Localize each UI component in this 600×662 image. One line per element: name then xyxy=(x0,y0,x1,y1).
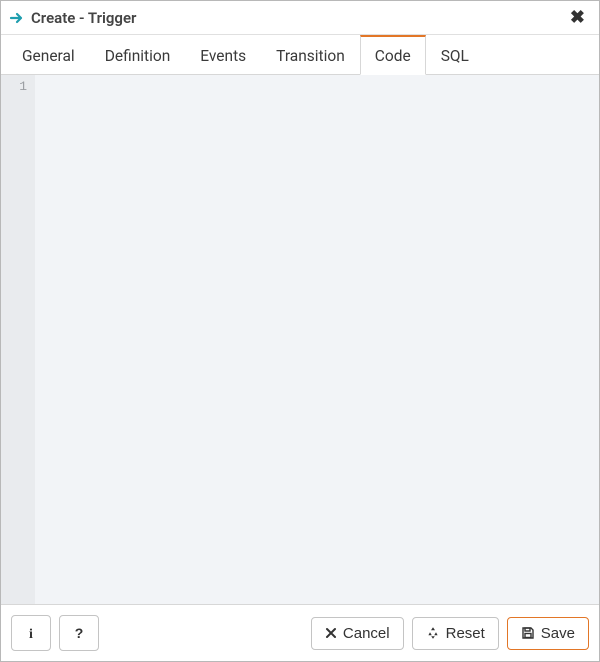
save-icon xyxy=(521,626,535,640)
svg-text:i: i xyxy=(29,627,33,640)
info-icon: i xyxy=(24,626,38,640)
tab-code[interactable]: Code xyxy=(360,35,426,75)
svg-text:?: ? xyxy=(75,626,84,640)
help-button[interactable]: ? xyxy=(59,615,99,651)
cancel-icon xyxy=(325,627,337,639)
line-number: 1 xyxy=(1,79,27,94)
tab-events[interactable]: Events xyxy=(185,35,261,75)
save-label: Save xyxy=(541,625,575,642)
tabs: General Definition Events Transition Cod… xyxy=(1,35,599,75)
line-gutter: 1 xyxy=(1,75,35,604)
save-button[interactable]: Save xyxy=(507,617,589,650)
create-trigger-dialog: Create - Trigger ✖ General Definition Ev… xyxy=(0,0,600,662)
tab-transition[interactable]: Transition xyxy=(261,35,360,75)
tab-definition[interactable]: Definition xyxy=(90,35,186,75)
cancel-button[interactable]: Cancel xyxy=(311,617,404,650)
info-button[interactable]: i xyxy=(11,615,51,651)
code-input[interactable] xyxy=(35,75,599,604)
tab-general[interactable]: General xyxy=(7,35,90,75)
footer: i ? Cancel Reset xyxy=(1,604,599,661)
tab-sql[interactable]: SQL xyxy=(426,35,484,75)
cancel-label: Cancel xyxy=(343,625,390,642)
code-editor: 1 xyxy=(1,75,599,604)
arrow-right-icon xyxy=(9,10,25,26)
close-icon[interactable]: ✖ xyxy=(566,7,589,28)
recycle-icon xyxy=(426,626,440,640)
help-icon: ? xyxy=(72,626,86,640)
reset-button[interactable]: Reset xyxy=(412,617,499,650)
dialog-title: Create - Trigger xyxy=(31,9,566,27)
titlebar: Create - Trigger ✖ xyxy=(1,1,599,35)
reset-label: Reset xyxy=(446,625,485,642)
